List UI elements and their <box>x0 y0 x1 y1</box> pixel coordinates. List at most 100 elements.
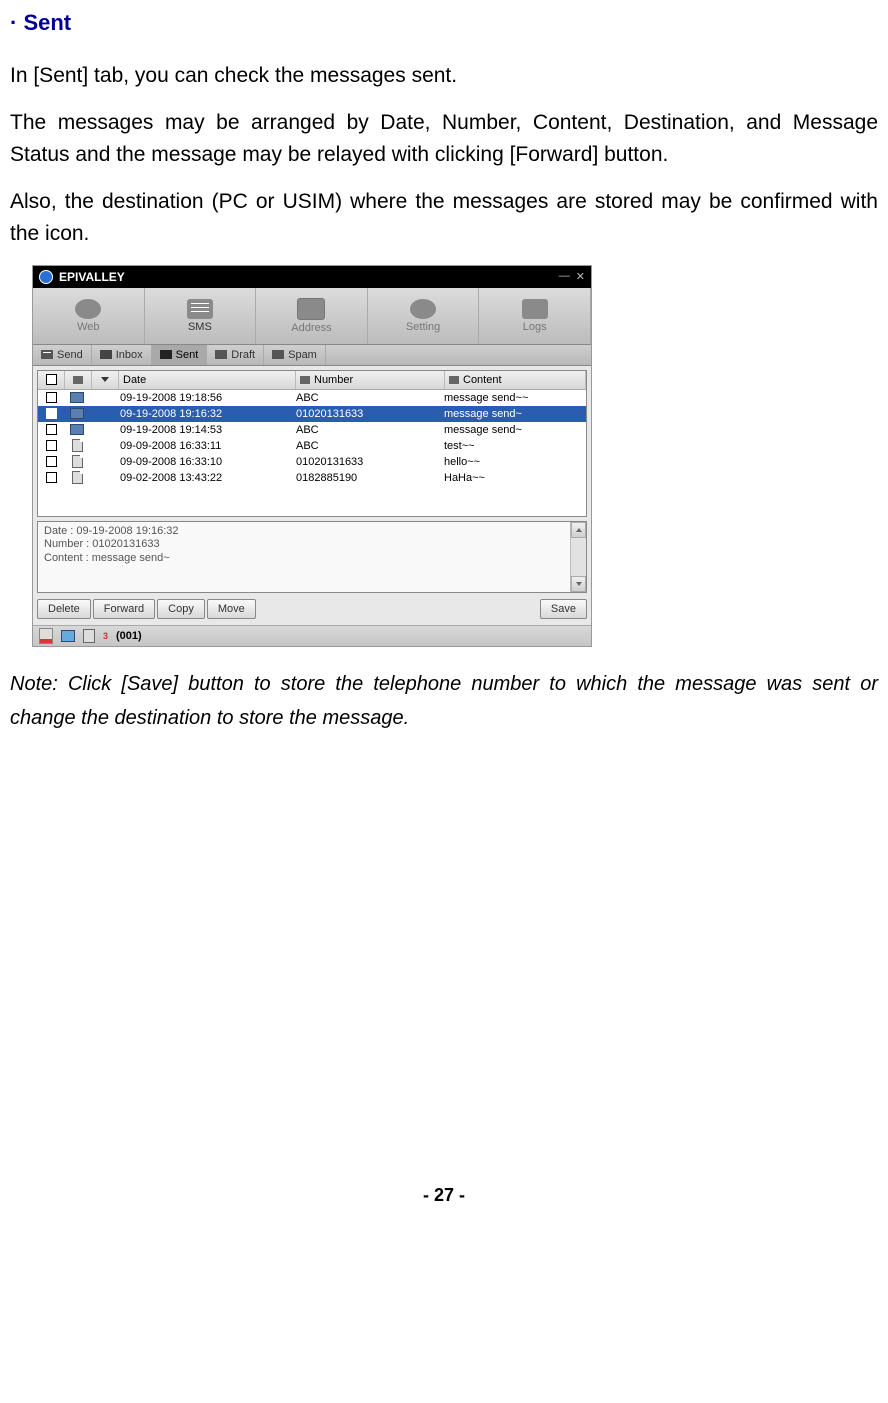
row-date: 09-19-2008 19:16:32 <box>116 408 292 420</box>
row-checkbox[interactable] <box>38 440 64 451</box>
toolbar-sms[interactable]: SMS <box>145 288 257 344</box>
delete-button[interactable]: Delete <box>37 599 91 619</box>
logs-icon <box>522 299 548 319</box>
spam-icon <box>272 350 284 359</box>
preview-number: Number : 01020131633 <box>44 538 580 552</box>
globe-icon <box>75 299 101 319</box>
network-icon <box>61 630 75 642</box>
chevron-up-icon <box>576 528 582 532</box>
list-header: Date Number Content <box>38 371 586 390</box>
phone-icon <box>300 376 310 384</box>
toolbar-logs[interactable]: Logs <box>479 288 591 344</box>
row-content: hello~~ <box>440 456 586 468</box>
disk-icon <box>73 376 83 384</box>
col-date[interactable]: Date <box>119 371 296 389</box>
scroll-down-button[interactable] <box>571 576 586 592</box>
row-number: 01020131633 <box>292 408 440 420</box>
save-button[interactable]: Save <box>540 599 587 619</box>
subtab-draft[interactable]: Draft <box>207 345 264 365</box>
row-content: test~~ <box>440 440 586 452</box>
app-globe-icon <box>39 270 53 284</box>
subtab-spam[interactable]: Spam <box>264 345 326 365</box>
table-row[interactable]: 09-19-2008 19:14:53ABCmessage send~ <box>38 422 586 438</box>
table-row[interactable]: 09-19-2008 19:16:3201020131633message se… <box>38 406 586 422</box>
col-sort[interactable] <box>92 371 119 389</box>
toolbar-address-label: Address <box>291 322 331 334</box>
subtab-sent-label: Sent <box>176 349 199 361</box>
pc-icon <box>70 392 84 403</box>
subtab-draft-label: Draft <box>231 349 255 361</box>
action-buttons: Delete Forward Copy Move Save <box>33 597 591 625</box>
row-checkbox[interactable] <box>38 424 64 435</box>
row-content: HaHa~~ <box>440 472 586 484</box>
status-count: (001) <box>116 630 142 642</box>
app-title: EPIVALLEY <box>59 270 559 284</box>
toolbar-address[interactable]: Address <box>256 288 368 344</box>
subtab-inbox[interactable]: Inbox <box>92 345 152 365</box>
row-storage <box>64 392 90 403</box>
intro-paragraph-3: Also, the destination (PC or USIM) where… <box>10 186 878 251</box>
col-checkbox[interactable] <box>38 371 65 389</box>
rows-container: 09-19-2008 19:18:56ABCmessage send~~09-1… <box>38 390 586 486</box>
row-checkbox[interactable] <box>38 392 64 403</box>
subtab-sent[interactable]: Sent <box>152 345 208 365</box>
usim-icon <box>72 471 83 484</box>
row-number: ABC <box>292 440 440 452</box>
row-checkbox[interactable] <box>38 456 64 467</box>
pc-icon <box>70 424 84 435</box>
subtab-inbox-label: Inbox <box>116 349 143 361</box>
preview-content: Content : message send~ <box>44 552 580 566</box>
status-3g-icon: 3 <box>103 631 108 641</box>
forward-button[interactable]: Forward <box>93 599 155 619</box>
col-date-label: Date <box>123 374 146 386</box>
gear-icon <box>410 299 436 319</box>
toolbar-setting[interactable]: Setting <box>368 288 480 344</box>
toolbar-web-label: Web <box>77 321 99 333</box>
subtab-send[interactable]: Send <box>33 345 92 365</box>
preview-scrollbar[interactable] <box>570 522 586 592</box>
row-storage <box>64 455 90 468</box>
table-row[interactable]: 09-09-2008 16:33:1001020131633hello~~ <box>38 454 586 470</box>
table-row[interactable]: 09-09-2008 16:33:11ABCtest~~ <box>38 438 586 454</box>
col-content[interactable]: Content <box>445 371 586 389</box>
row-checkbox[interactable] <box>38 408 64 419</box>
send-icon <box>41 350 53 359</box>
table-row[interactable]: 09-02-2008 13:43:220182885190HaHa~~ <box>38 470 586 486</box>
minimize-button[interactable]: — <box>559 270 570 283</box>
intro-paragraph-2: The messages may be arranged by Date, Nu… <box>10 107 878 172</box>
scroll-up-button[interactable] <box>571 522 586 538</box>
main-toolbar: Web SMS Address Setting Logs <box>33 288 591 345</box>
sort-down-icon <box>101 377 109 382</box>
close-button[interactable]: ✕ <box>576 270 585 283</box>
row-checkbox[interactable] <box>38 472 64 483</box>
envelope-icon <box>187 299 213 319</box>
toolbar-web[interactable]: Web <box>33 288 145 344</box>
inbox-icon <box>100 350 112 359</box>
table-row[interactable]: 09-19-2008 19:18:56ABCmessage send~~ <box>38 390 586 406</box>
sms-subtabs: Send Inbox Sent Draft Spam <box>33 345 591 366</box>
intro-paragraph-1: In [Sent] tab, you can check the message… <box>10 60 878 93</box>
row-number: ABC <box>292 392 440 404</box>
col-content-label: Content <box>463 374 502 386</box>
subtab-spam-label: Spam <box>288 349 317 361</box>
col-number[interactable]: Number <box>296 371 445 389</box>
row-content: message send~ <box>440 408 586 420</box>
sent-icon <box>160 350 172 359</box>
usim-icon <box>72 439 83 452</box>
row-content: message send~~ <box>440 392 586 404</box>
usim-icon <box>72 455 83 468</box>
row-number: 01020131633 <box>292 456 440 468</box>
row-date: 09-02-2008 13:43:22 <box>116 472 292 484</box>
address-book-icon <box>297 298 325 320</box>
toolbar-sms-label: SMS <box>188 321 212 333</box>
col-storage[interactable] <box>65 371 92 389</box>
move-button[interactable]: Move <box>207 599 256 619</box>
row-storage <box>64 424 90 435</box>
message-preview: Date : 09-19-2008 19:16:32 Number : 0102… <box>37 521 587 593</box>
copy-button[interactable]: Copy <box>157 599 205 619</box>
col-number-label: Number <box>314 374 353 386</box>
row-storage <box>64 471 90 484</box>
subtab-send-label: Send <box>57 349 83 361</box>
row-storage <box>64 439 90 452</box>
signal-icon <box>39 628 53 644</box>
